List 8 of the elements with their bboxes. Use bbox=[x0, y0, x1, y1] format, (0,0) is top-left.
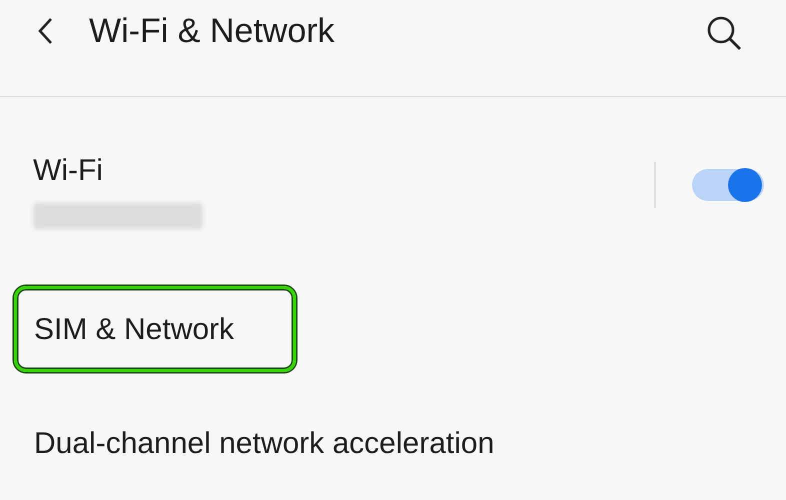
screen-title: Wi-Fi & Network bbox=[89, 10, 335, 52]
wifi-toggle[interactable] bbox=[692, 168, 764, 200]
highlight-frame[interactable]: SIM & Network bbox=[14, 286, 296, 372]
setting-label: Wi-Fi bbox=[33, 153, 104, 189]
setting-label: Dual-channel network acceleration bbox=[34, 426, 494, 462]
setting-item[interactable]: Dual-channel network acceleration bbox=[14, 400, 498, 486]
setting-label: SIM & Network bbox=[34, 312, 234, 348]
back-icon[interactable] bbox=[36, 17, 54, 45]
